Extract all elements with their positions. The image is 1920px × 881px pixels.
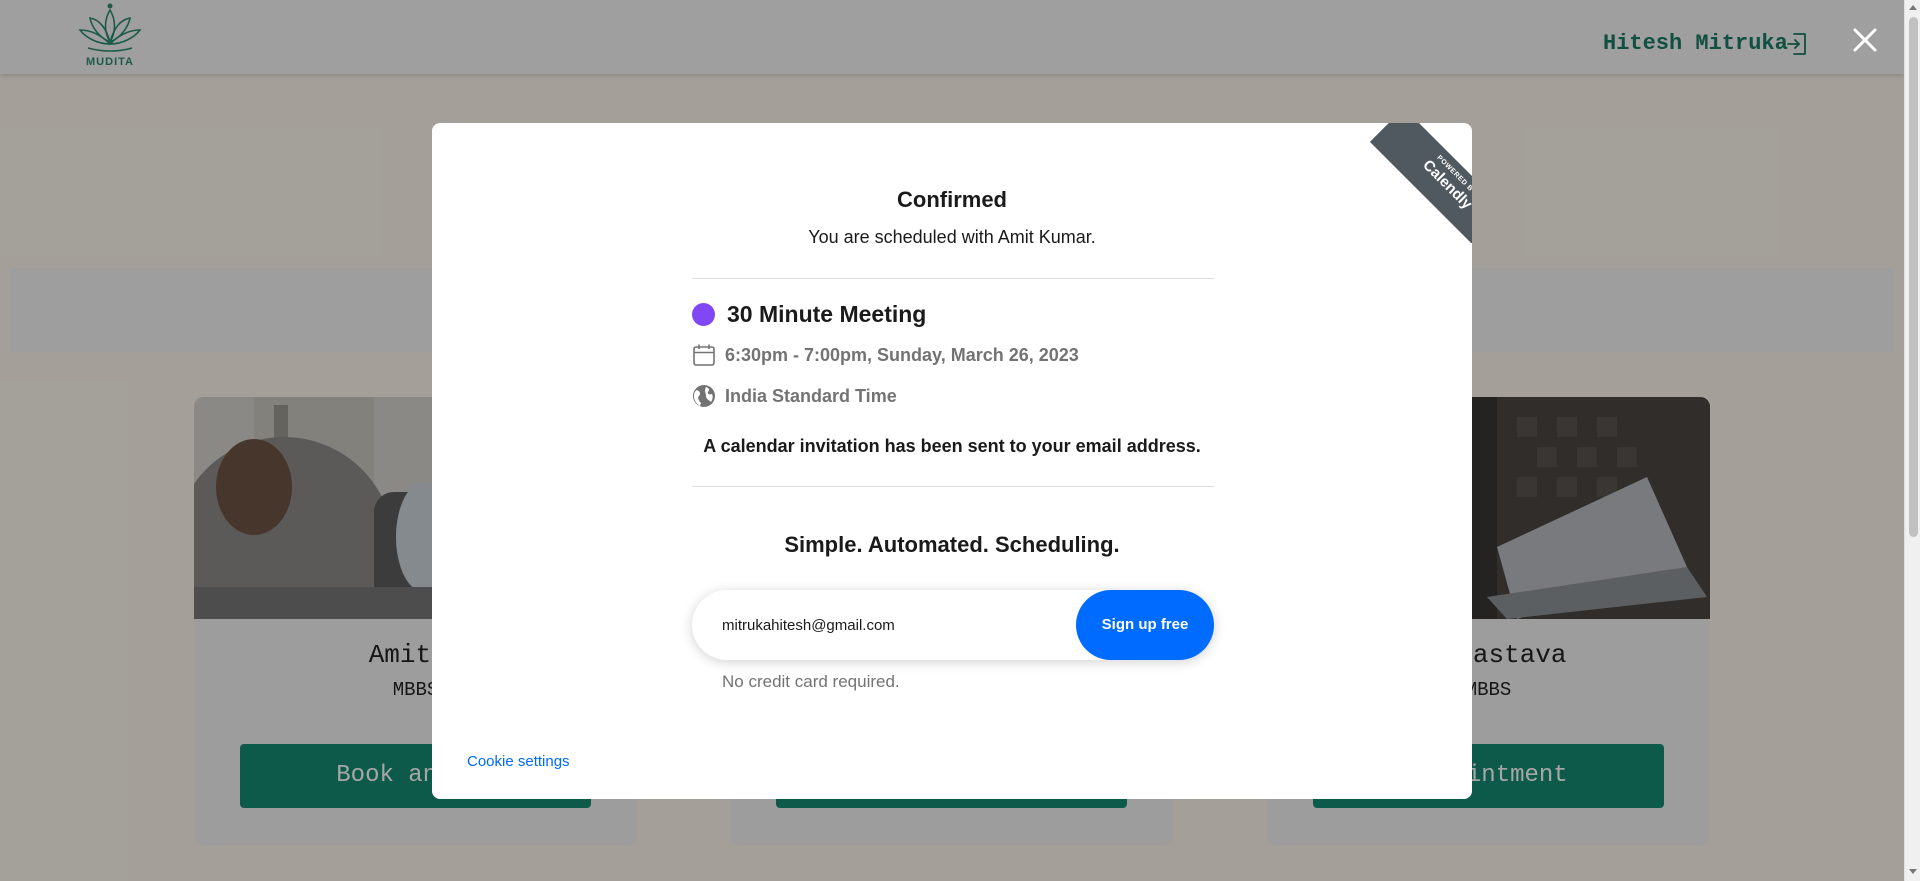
close-icon[interactable] <box>1850 25 1880 55</box>
calendar-icon <box>693 344 715 366</box>
powered-by-calendly-badge[interactable]: POWERED BY Calendly <box>1352 123 1472 243</box>
ribbon: POWERED BY Calendly <box>1369 123 1472 243</box>
no-credit-card-note: No credit card required. <box>722 672 900 691</box>
sign-up-button[interactable]: Sign up free <box>1076 590 1214 660</box>
event-name: 30 Minute Meeting <box>727 301 927 327</box>
scroll-down-arrow[interactable] <box>1909 869 1917 874</box>
cookie-settings-link[interactable]: Cookie settings <box>467 753 570 770</box>
scroll-up-arrow[interactable] <box>1909 5 1917 10</box>
divider <box>692 486 1214 487</box>
invite-note: A calendar invitation has been sent to y… <box>703 436 1201 456</box>
confirmation-title: Confirmed <box>897 187 1007 212</box>
signup-form: Sign up free <box>692 590 1214 660</box>
scroll-thumb[interactable] <box>1909 17 1918 537</box>
globe-icon <box>693 385 715 407</box>
email-field[interactable] <box>722 610 1052 640</box>
tagline: Simple. Automated. Scheduling. <box>784 532 1120 557</box>
calendly-modal: POWERED BY Calendly Confirmed You are sc… <box>432 123 1472 799</box>
scrollbar[interactable] <box>1904 0 1920 881</box>
scheduled-with-text: You are scheduled with Amit Kumar. <box>808 227 1096 247</box>
divider <box>692 278 1214 279</box>
event-time: 6:30pm - 7:00pm, Sunday, March 26, 2023 <box>725 345 1079 365</box>
timezone: India Standard Time <box>725 386 897 406</box>
event-color-dot <box>692 303 715 326</box>
